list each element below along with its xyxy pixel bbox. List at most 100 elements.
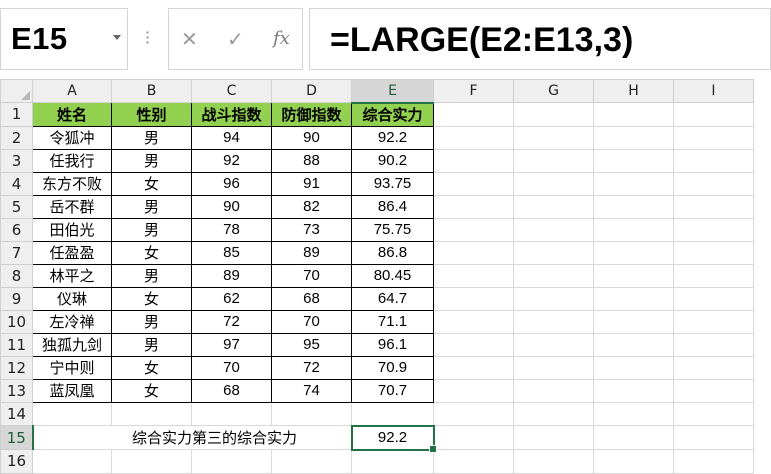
cell[interactable] — [673, 125, 754, 150]
cell[interactable] — [513, 171, 594, 196]
cell[interactable] — [593, 148, 674, 173]
cell[interactable] — [673, 263, 754, 288]
column-header-c[interactable]: C — [191, 79, 272, 103]
cell-defense[interactable]: 91 — [271, 171, 352, 196]
column-header-d[interactable]: D — [271, 79, 352, 103]
cell-defense[interactable]: 70 — [271, 263, 352, 288]
cell[interactable] — [673, 425, 754, 450]
cell-gender[interactable]: 男 — [111, 148, 192, 173]
cell-defense[interactable]: 88 — [271, 148, 352, 173]
cell[interactable] — [433, 148, 514, 173]
cell[interactable] — [593, 286, 674, 311]
cell[interactable] — [673, 148, 754, 173]
cell[interactable] — [593, 171, 674, 196]
cell-gender[interactable]: 男 — [111, 332, 192, 357]
column-header-a[interactable]: A — [32, 79, 112, 103]
cancel-icon[interactable]: ✕ — [181, 27, 198, 51]
cell[interactable] — [673, 194, 754, 219]
cell-name[interactable]: 林平之 — [32, 263, 112, 288]
cell[interactable] — [513, 102, 594, 127]
cell[interactable] — [433, 425, 514, 450]
cell[interactable] — [513, 240, 594, 265]
cell[interactable] — [673, 332, 754, 357]
cell[interactable] — [433, 286, 514, 311]
cell-overall[interactable]: 96.1 — [351, 332, 434, 357]
header-cell-gender[interactable]: 性别 — [111, 102, 192, 127]
cell-gender[interactable]: 男 — [111, 194, 192, 219]
cell-attack[interactable]: 70 — [191, 355, 272, 380]
cell[interactable] — [593, 102, 674, 127]
cell[interactable] — [433, 355, 514, 380]
cell[interactable] — [191, 449, 272, 474]
row-header[interactable]: 16 — [0, 449, 33, 474]
cell-name[interactable]: 任我行 — [32, 148, 112, 173]
cell-attack[interactable]: 96 — [191, 171, 272, 196]
cell-defense[interactable]: 74 — [271, 378, 352, 403]
row-header[interactable]: 13 — [0, 378, 33, 403]
cell-name[interactable]: 田伯光 — [32, 217, 112, 242]
cell[interactable] — [351, 401, 434, 426]
cell[interactable] — [673, 378, 754, 403]
header-cell-overall[interactable]: 综合实力 — [351, 102, 434, 127]
row-header[interactable]: 2 — [0, 125, 33, 150]
chevron-down-icon[interactable] — [113, 35, 121, 40]
row-header[interactable]: 10 — [0, 309, 33, 334]
cell[interactable] — [673, 355, 754, 380]
cell-name[interactable]: 宁中则 — [32, 355, 112, 380]
column-header-b[interactable]: B — [111, 79, 192, 103]
cell-gender[interactable]: 女 — [111, 171, 192, 196]
cell[interactable] — [191, 401, 272, 426]
cell-defense[interactable]: 89 — [271, 240, 352, 265]
cell[interactable] — [673, 102, 754, 127]
cell-overall[interactable]: 80.45 — [351, 263, 434, 288]
cell-attack[interactable]: 68 — [191, 378, 272, 403]
cell[interactable] — [433, 171, 514, 196]
cell[interactable] — [433, 378, 514, 403]
cell[interactable] — [513, 194, 594, 219]
cell[interactable] — [433, 332, 514, 357]
cell[interactable] — [593, 263, 674, 288]
cell[interactable] — [593, 125, 674, 150]
cell[interactable] — [593, 332, 674, 357]
cell-attack[interactable]: 97 — [191, 332, 272, 357]
insert-function-icon[interactable]: fx — [273, 28, 290, 49]
cell[interactable] — [433, 401, 514, 426]
cell[interactable] — [271, 449, 352, 474]
formula-input[interactable]: =LARGE(E2:E13,3) — [309, 8, 771, 70]
cell-name[interactable]: 左冷禅 — [32, 309, 112, 334]
cell-name[interactable]: 岳不群 — [32, 194, 112, 219]
cell[interactable] — [673, 240, 754, 265]
active-cell-result[interactable]: 92.2 — [350, 424, 437, 453]
cell[interactable] — [513, 309, 594, 334]
column-header-i[interactable]: I — [673, 79, 754, 103]
cell[interactable] — [271, 401, 352, 426]
cell-overall[interactable]: 64.7 — [351, 286, 434, 311]
row-header[interactable]: 8 — [0, 263, 33, 288]
cell[interactable] — [433, 449, 514, 474]
cell[interactable] — [593, 355, 674, 380]
cell[interactable] — [513, 449, 594, 474]
cell-gender[interactable]: 女 — [111, 240, 192, 265]
cell[interactable] — [593, 240, 674, 265]
cell-attack[interactable]: 62 — [191, 286, 272, 311]
cell-name[interactable]: 蓝凤凰 — [32, 378, 112, 403]
cell-gender[interactable]: 男 — [111, 125, 192, 150]
row-header[interactable]: 14 — [0, 401, 33, 426]
cell[interactable] — [673, 171, 754, 196]
cell-overall[interactable]: 71.1 — [351, 309, 434, 334]
cell-defense[interactable]: 90 — [271, 125, 352, 150]
cell[interactable] — [593, 401, 674, 426]
cell-overall[interactable]: 70.9 — [351, 355, 434, 380]
cell-attack[interactable]: 92 — [191, 148, 272, 173]
row-header[interactable]: 15 — [0, 425, 34, 450]
cell[interactable] — [351, 449, 434, 474]
cell[interactable] — [513, 355, 594, 380]
cell-defense[interactable]: 82 — [271, 194, 352, 219]
enter-icon[interactable]: ✓ — [227, 27, 244, 51]
cell[interactable] — [111, 401, 192, 426]
cell[interactable] — [593, 378, 674, 403]
cell[interactable] — [673, 286, 754, 311]
row-header[interactable]: 6 — [0, 217, 33, 242]
cell-gender[interactable]: 女 — [111, 378, 192, 403]
cell[interactable] — [673, 401, 754, 426]
